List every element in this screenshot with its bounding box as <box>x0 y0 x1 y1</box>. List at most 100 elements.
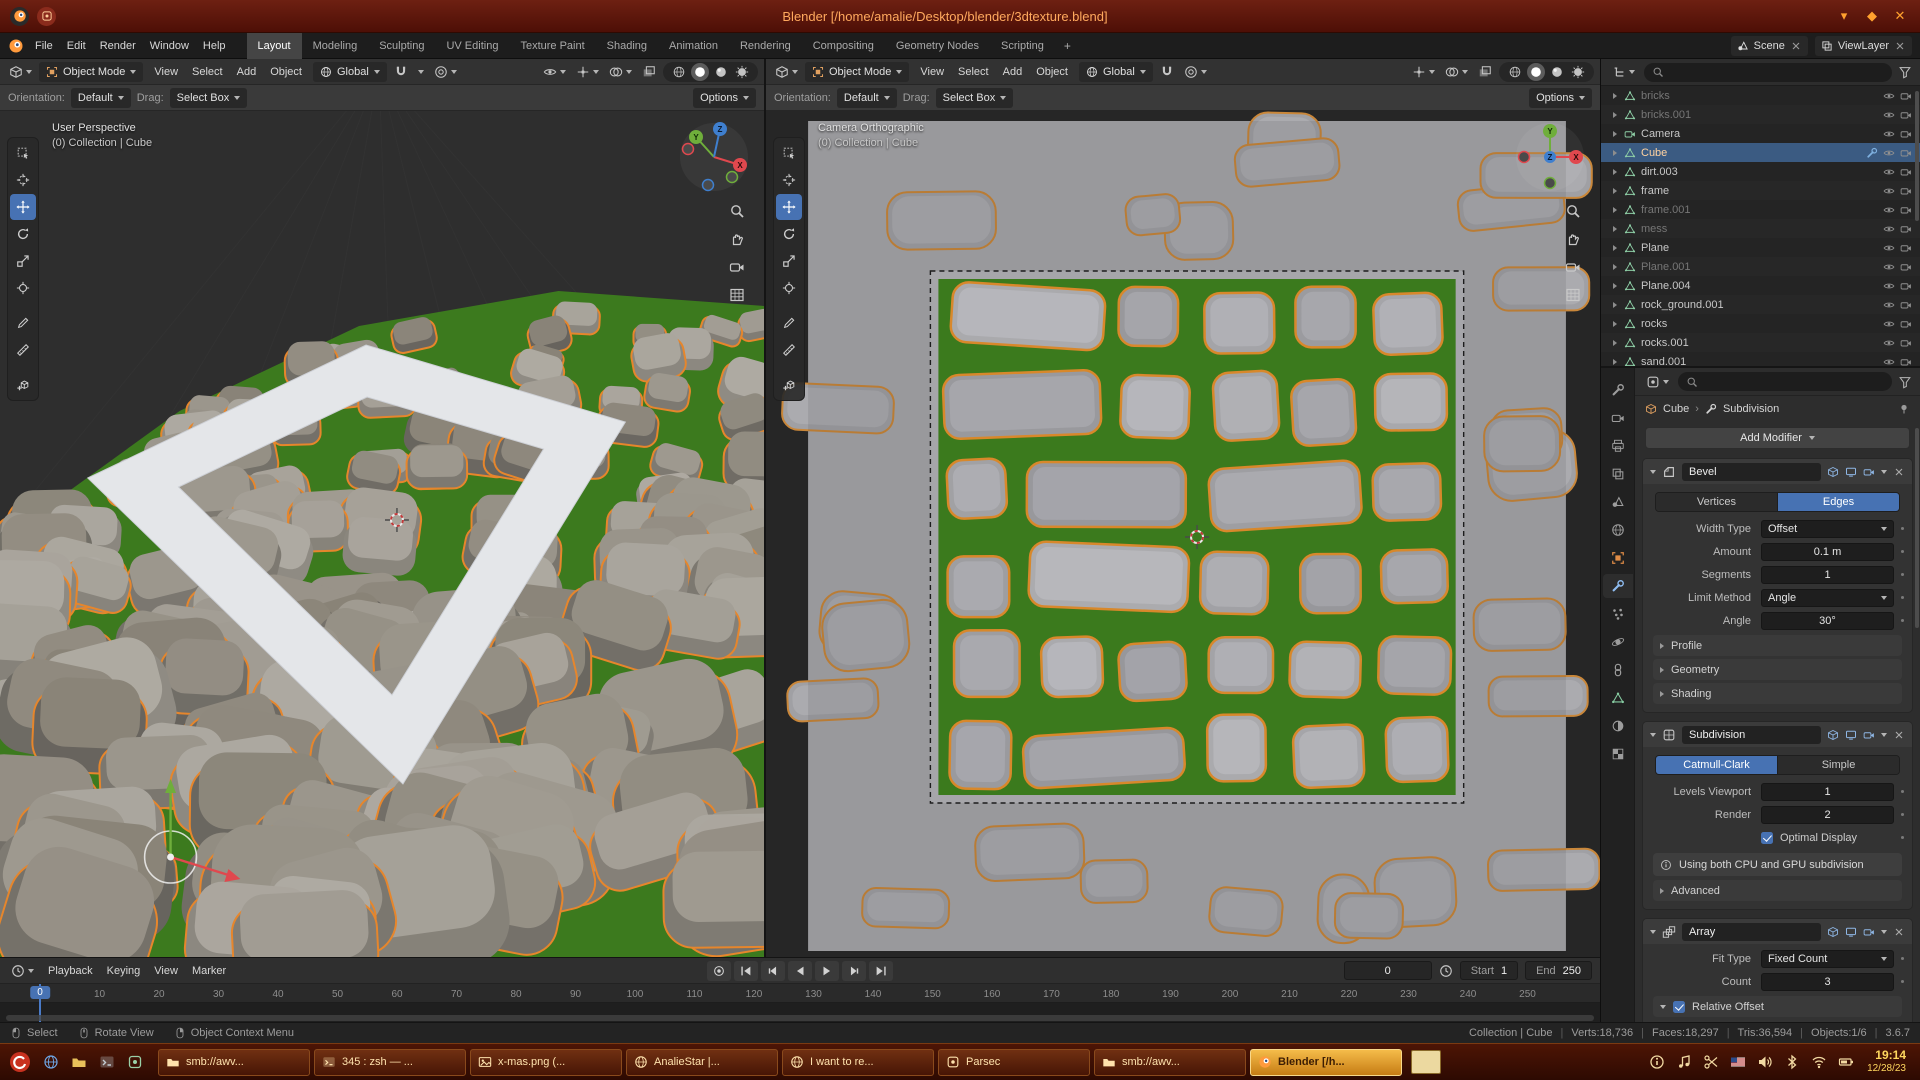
display-realtime-icon[interactable] <box>1845 926 1857 938</box>
show-gizmos-icon[interactable] <box>1409 65 1438 79</box>
subpanel-header[interactable]: Advanced <box>1653 880 1902 901</box>
hide-in-viewport-icon[interactable] <box>1883 223 1895 235</box>
viewport-menu[interactable]: Object <box>263 59 309 85</box>
view-layer-selector[interactable]: ViewLayer <box>1815 36 1912 56</box>
disclosure-triangle-icon[interactable] <box>1613 93 1617 99</box>
current-frame-field[interactable]: 0 <box>1344 961 1432 980</box>
preview-range-toggle[interactable] <box>1439 964 1453 978</box>
hide-in-viewport-icon[interactable] <box>1883 204 1895 216</box>
volume-tray-icon[interactable] <box>1757 1054 1773 1070</box>
workspace-tab[interactable]: Sculpting <box>368 33 435 59</box>
viewport-3d-canvas-left[interactable] <box>0 111 764 957</box>
viewport-menu[interactable]: Add <box>230 59 264 85</box>
disclosure-triangle-icon[interactable] <box>1613 112 1617 118</box>
shading-material-icon[interactable] <box>1550 65 1564 79</box>
tool-measure[interactable] <box>10 337 36 363</box>
tool-annotate[interactable] <box>10 310 36 336</box>
proportional-editing-icon[interactable] <box>1181 65 1210 79</box>
blender-logo-icon[interactable] <box>8 38 24 54</box>
tool-rotate[interactable] <box>10 221 36 247</box>
maximize-button[interactable]: ◆ <box>1862 6 1882 26</box>
taskbar-window-button[interactable]: smb://awv... <box>1094 1049 1246 1076</box>
toggle-xray-icon[interactable] <box>1475 65 1495 79</box>
expand-icon[interactable] <box>1650 930 1656 934</box>
levels-render-field[interactable]: 2 <box>1761 806 1894 824</box>
pin-id-icon[interactable] <box>1898 403 1910 415</box>
tool-add-cube[interactable] <box>10 372 36 398</box>
hide-in-viewport-icon[interactable] <box>1883 318 1895 330</box>
camera-view-icon[interactable] <box>729 259 745 275</box>
disable-in-renders-icon[interactable] <box>1900 185 1912 197</box>
modifier-close-icon[interactable] <box>1893 926 1905 938</box>
relative-offset-subpanel[interactable]: Relative Offset <box>1653 996 1902 1017</box>
auto-keying-toggle[interactable] <box>707 961 731 981</box>
hide-in-viewport-icon[interactable] <box>1883 128 1895 140</box>
tool-transform[interactable] <box>776 275 802 301</box>
optimal-display-checkbox[interactable]: Optimal Display <box>1761 832 1894 844</box>
tool-select-box[interactable] <box>10 140 36 166</box>
properties-scrollbar[interactable] <box>1915 428 1919 628</box>
disclosure-triangle-icon[interactable] <box>1613 226 1617 232</box>
hide-in-viewport-icon[interactable] <box>1883 242 1895 254</box>
workspace-tab[interactable]: Layout <box>247 33 302 59</box>
disable-in-renders-icon[interactable] <box>1900 280 1912 292</box>
taskbar-window-button[interactable]: Parsec <box>938 1049 1090 1076</box>
disable-in-renders-icon[interactable] <box>1900 204 1912 216</box>
scene-selector[interactable]: Scene <box>1731 36 1808 56</box>
hide-in-viewport-icon[interactable] <box>1883 261 1895 273</box>
hide-in-viewport-icon[interactable] <box>1883 299 1895 311</box>
timeline-ruler[interactable]: 1020304050607080901001101201301401501601… <box>0 984 1600 1003</box>
tool-add-cube[interactable] <box>776 372 802 398</box>
disable-in-renders-icon[interactable] <box>1900 356 1912 367</box>
animate-dot[interactable] <box>1894 619 1910 622</box>
outliner-row[interactable]: rocks.001 <box>1601 333 1920 352</box>
mode-dropdown[interactable]: Object Mode <box>805 62 909 82</box>
disclosure-triangle-icon[interactable] <box>1613 150 1617 156</box>
tool-move[interactable] <box>10 194 36 220</box>
outliner-row[interactable]: sand.001 <box>1601 352 1920 366</box>
shading-solid-icon[interactable] <box>1529 65 1543 79</box>
disable-in-renders-icon[interactable] <box>1900 318 1912 330</box>
topbar-menu[interactable]: File <box>28 33 60 59</box>
proportional-editing-icon[interactable] <box>431 65 460 79</box>
viewport-menu[interactable]: Select <box>951 59 996 85</box>
animate-dot[interactable] <box>1894 980 1910 983</box>
drag-dropdown[interactable]: Select Box <box>936 88 1014 108</box>
add-workspace-button[interactable]: + <box>1055 39 1080 53</box>
affect-segment-button[interactable]: Vertices <box>1656 493 1777 511</box>
disclosure-triangle-icon[interactable] <box>1613 207 1617 213</box>
properties-editor-type-icon[interactable] <box>1643 375 1672 389</box>
tab-constraints[interactable] <box>1603 658 1633 682</box>
shading-rendered-icon[interactable] <box>735 65 749 79</box>
transform-orientation-dropdown[interactable]: Global <box>313 62 387 82</box>
previous-keyframe-button[interactable] <box>761 961 785 981</box>
display-editmode-icon[interactable] <box>1827 926 1839 938</box>
tab-world[interactable] <box>1603 518 1633 542</box>
subdivision-type-button[interactable]: Simple <box>1777 756 1899 774</box>
outliner-row[interactable]: mess <box>1601 219 1920 238</box>
pan-icon[interactable] <box>729 231 745 247</box>
launcher-files[interactable] <box>67 1050 91 1074</box>
disclosure-triangle-icon[interactable] <box>1613 131 1617 137</box>
show-overlays-icon[interactable] <box>606 65 635 79</box>
play-reverse-button[interactable] <box>788 961 812 981</box>
hide-in-viewport-icon[interactable] <box>1883 356 1895 367</box>
tool-annotate[interactable] <box>776 310 802 336</box>
disable-in-renders-icon[interactable] <box>1900 261 1912 273</box>
hide-in-viewport-icon[interactable] <box>1883 337 1895 349</box>
fit-type-dropdown[interactable]: Fixed Count <box>1761 950 1894 968</box>
animate-dot[interactable] <box>1894 550 1910 553</box>
affect-segment-button[interactable]: Edges <box>1777 493 1899 511</box>
outliner-editor-type-icon[interactable] <box>1609 65 1638 79</box>
tool-rotate[interactable] <box>776 221 802 247</box>
workspace-tab[interactable]: UV Editing <box>435 33 509 59</box>
relative-offset-checkbox[interactable] <box>1673 1001 1685 1013</box>
workspace-tab[interactable]: Compositing <box>802 33 885 59</box>
timeline-editor-type-icon[interactable] <box>8 964 37 978</box>
outliner-row[interactable]: Plane.001 <box>1601 257 1920 276</box>
display-render-icon[interactable] <box>1863 466 1875 478</box>
drag-dropdown[interactable]: Select Box <box>170 88 248 108</box>
screenshot-tray-icon[interactable] <box>1703 1054 1719 1070</box>
animate-dot[interactable] <box>1894 527 1910 530</box>
hide-in-viewport-icon[interactable] <box>1883 166 1895 178</box>
